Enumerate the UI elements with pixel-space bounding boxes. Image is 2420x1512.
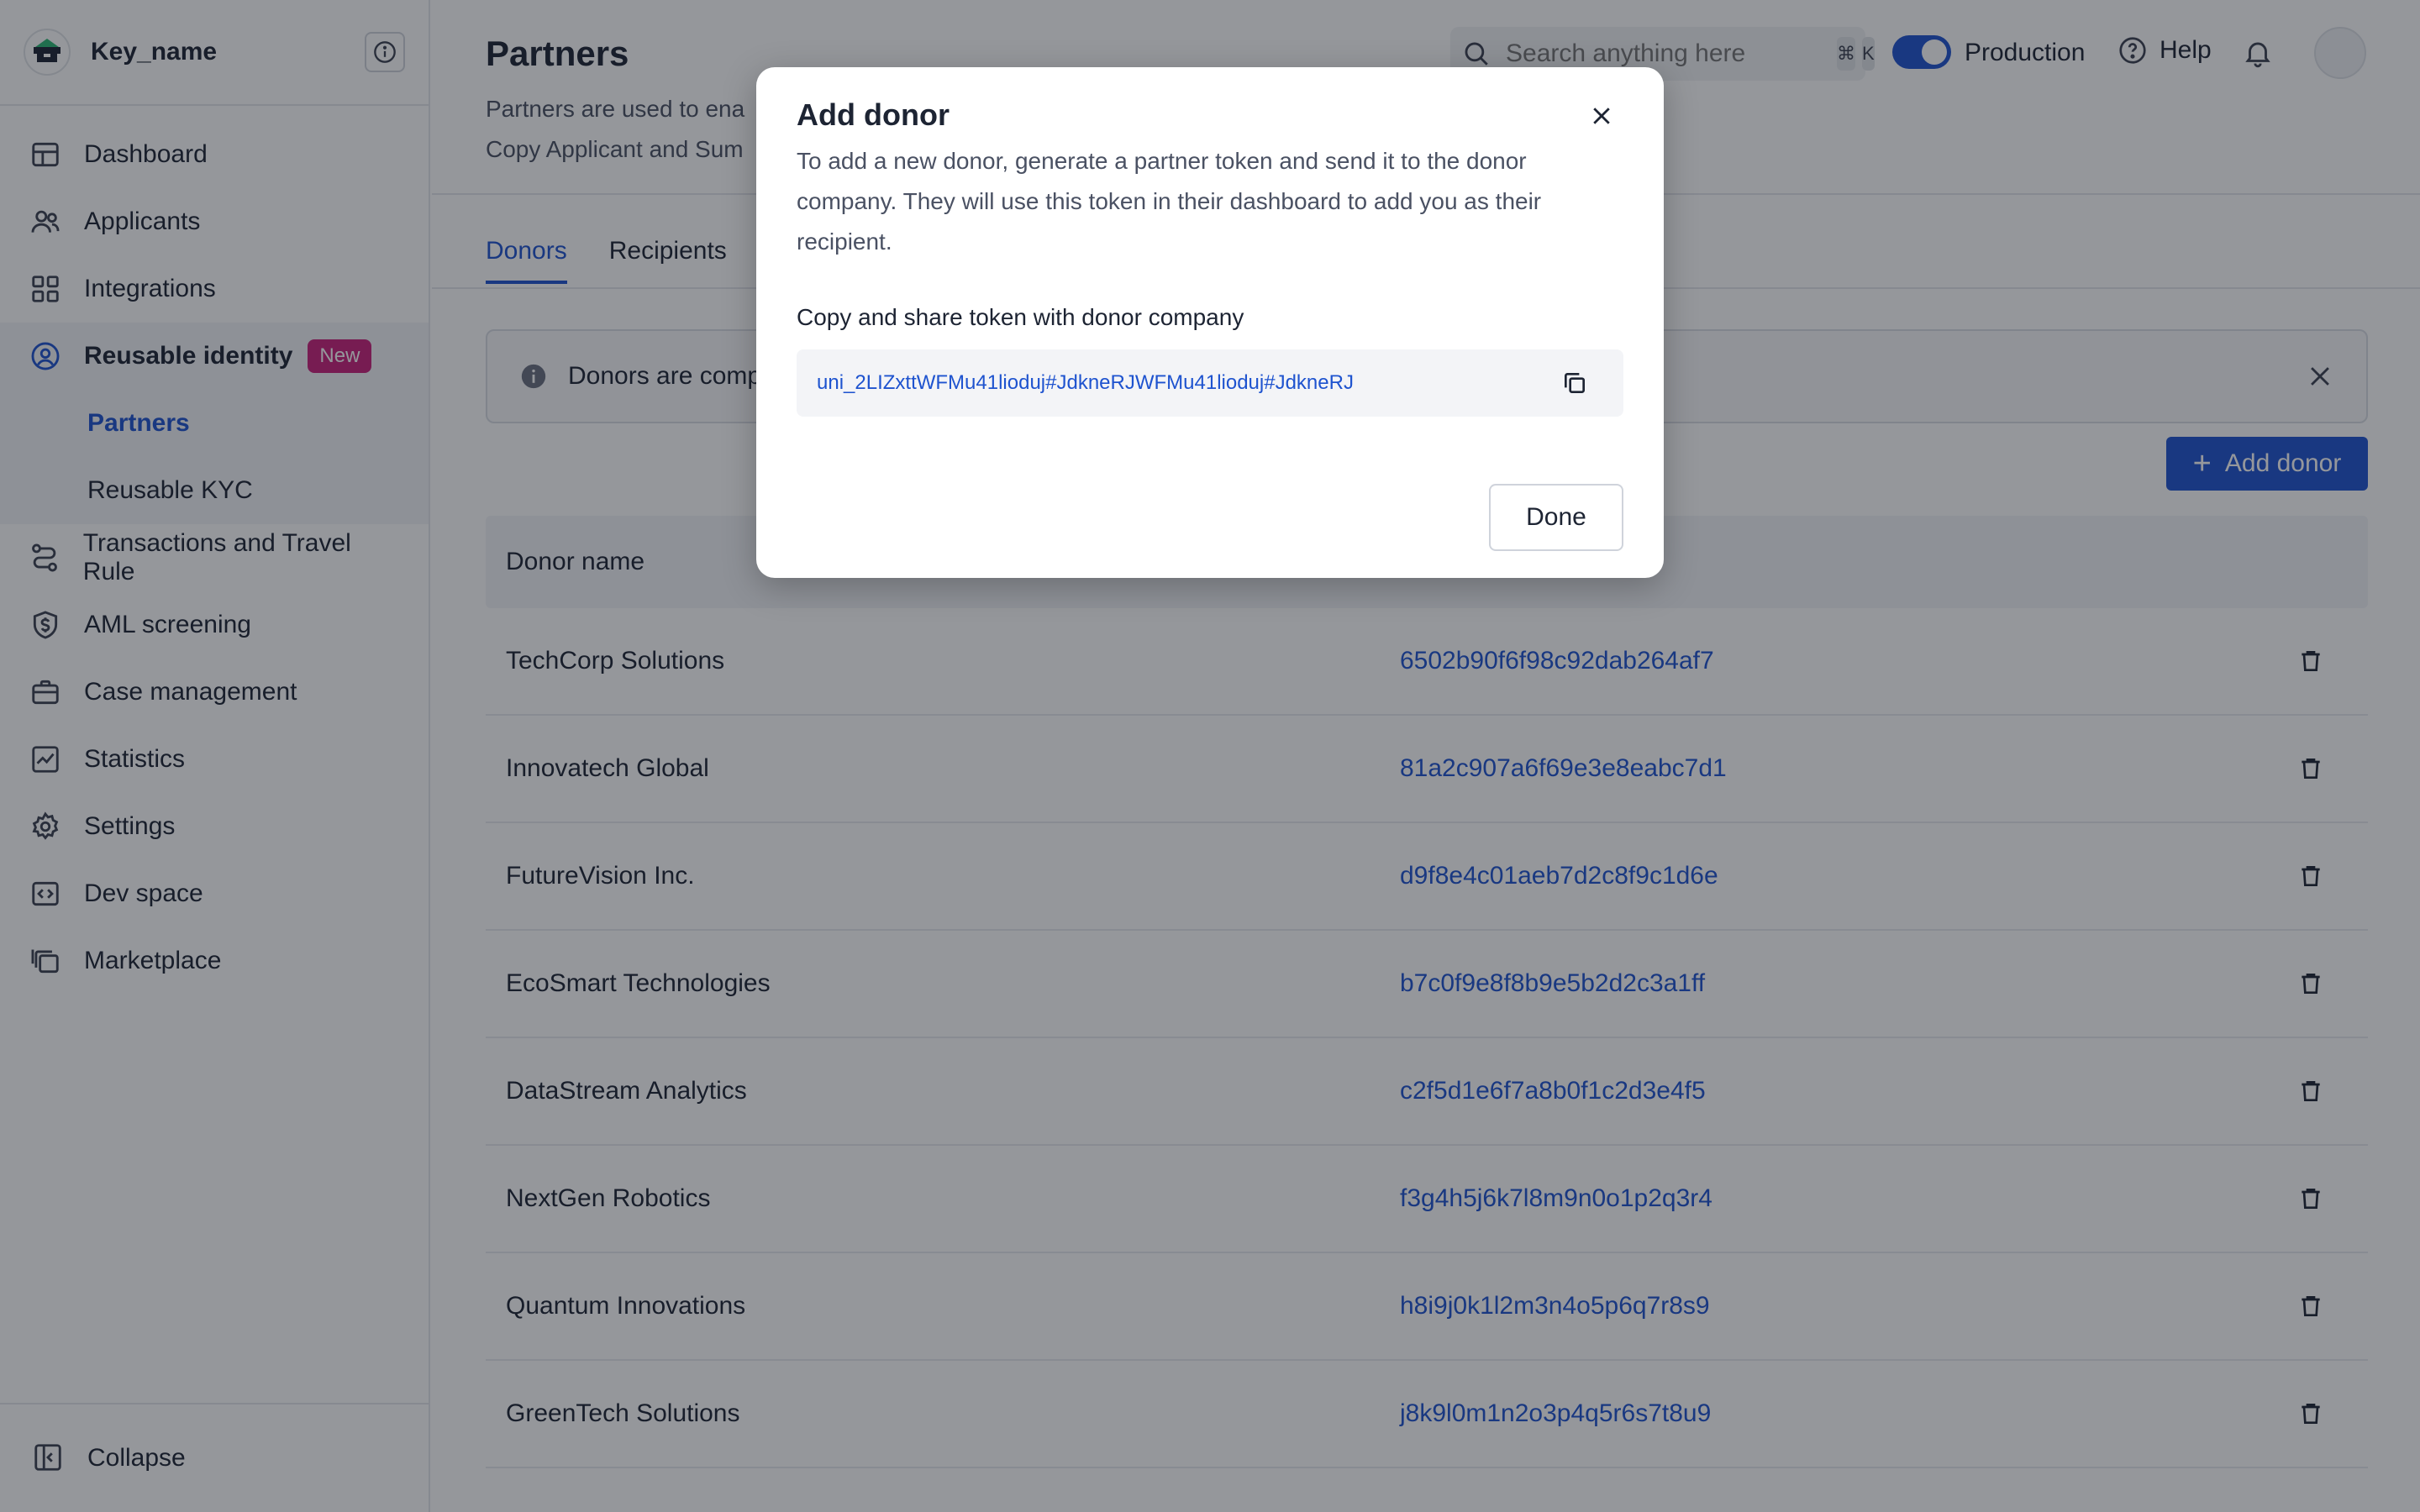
done-button[interactable]: Done	[1489, 484, 1623, 551]
add-donor-dialog: Add donor To add a new donor, generate a…	[756, 67, 1664, 578]
token-field: uni_2LIZxttWFMu41lioduj#JdkneRJWFMu41lio…	[797, 349, 1623, 417]
token-label: Copy and share token with donor company	[797, 304, 1244, 330]
dialog-description: To add a new donor, generate a partner t…	[797, 148, 1542, 255]
token-value[interactable]: uni_2LIZxttWFMu41lioduj#JdkneRJWFMu41lio…	[817, 371, 1558, 395]
copy-icon[interactable]	[1558, 366, 1591, 400]
close-icon[interactable]	[1585, 99, 1618, 133]
dialog-title: Add donor	[797, 97, 950, 132]
